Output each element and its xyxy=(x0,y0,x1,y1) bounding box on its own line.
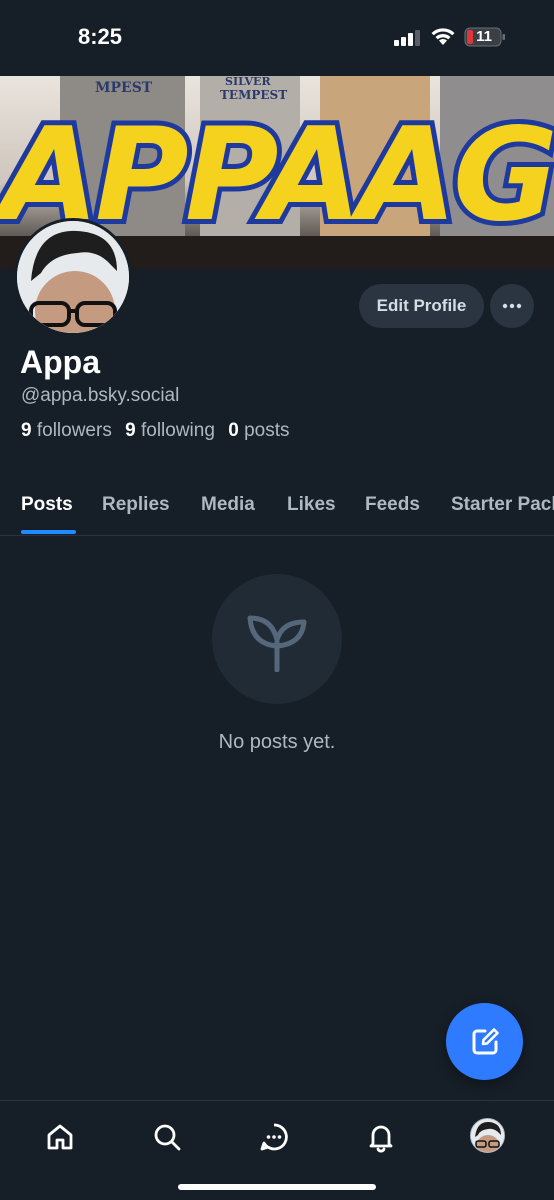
cellular-signal-icon xyxy=(394,30,420,46)
following-label: following xyxy=(140,420,215,441)
home-indicator xyxy=(178,1184,376,1190)
profile-avatar[interactable] xyxy=(14,218,132,336)
followers-count: 9 xyxy=(21,420,32,441)
nav-home[interactable] xyxy=(42,1119,78,1155)
nav-notifications[interactable] xyxy=(363,1119,399,1155)
empty-state-circle xyxy=(212,574,342,704)
posts-label: posts xyxy=(244,420,290,441)
nav-chat[interactable] xyxy=(256,1119,292,1155)
battery-level: 11 xyxy=(476,28,492,45)
following-count: 9 xyxy=(125,420,136,441)
tab-starter-packs[interactable]: Starter Packs xyxy=(451,494,554,516)
followers-label: followers xyxy=(36,420,112,441)
edit-profile-button[interactable]: Edit Profile xyxy=(359,284,484,328)
more-options-button[interactable] xyxy=(490,284,534,328)
posts-stat: 0 posts xyxy=(228,420,289,441)
active-tab-indicator xyxy=(21,530,76,534)
home-icon xyxy=(47,1124,73,1150)
profile-avatar-icon xyxy=(471,1119,504,1152)
empty-state-text: No posts yet. xyxy=(218,731,336,753)
box-label-2: SILVER xyxy=(225,76,271,88)
bell-icon xyxy=(369,1125,393,1153)
ellipsis-icon xyxy=(502,303,522,309)
tab-replies[interactable]: Replies xyxy=(102,494,170,516)
profile-handle: @appa.bsky.social xyxy=(21,385,180,406)
following-link[interactable]: 9 following xyxy=(125,420,215,441)
search-icon xyxy=(154,1124,181,1151)
tab-likes[interactable]: Likes xyxy=(287,494,336,516)
chat-icon xyxy=(260,1123,288,1151)
posts-count: 0 xyxy=(228,420,239,441)
status-bar: 8:25 11 xyxy=(0,0,554,76)
status-time: 8:25 xyxy=(78,24,123,49)
tab-posts[interactable]: Posts xyxy=(21,494,73,516)
wifi-icon xyxy=(431,28,455,45)
compose-icon xyxy=(472,1027,499,1054)
avatar-photo xyxy=(17,221,129,333)
profile-tabs: Posts Replies Media Likes Feeds Starter … xyxy=(0,478,554,536)
nav-search[interactable] xyxy=(149,1119,185,1155)
profile-stats: 9 followers 9 following 0 posts xyxy=(21,420,297,442)
followers-link[interactable]: 9 followers xyxy=(21,420,112,441)
seedling-icon xyxy=(247,615,307,672)
tab-media[interactable]: Media xyxy=(201,494,255,516)
compose-post-button[interactable] xyxy=(446,1003,523,1080)
tab-feeds[interactable]: Feeds xyxy=(365,494,420,516)
display-name: Appa xyxy=(20,344,100,380)
nav-profile-avatar[interactable] xyxy=(470,1118,505,1153)
